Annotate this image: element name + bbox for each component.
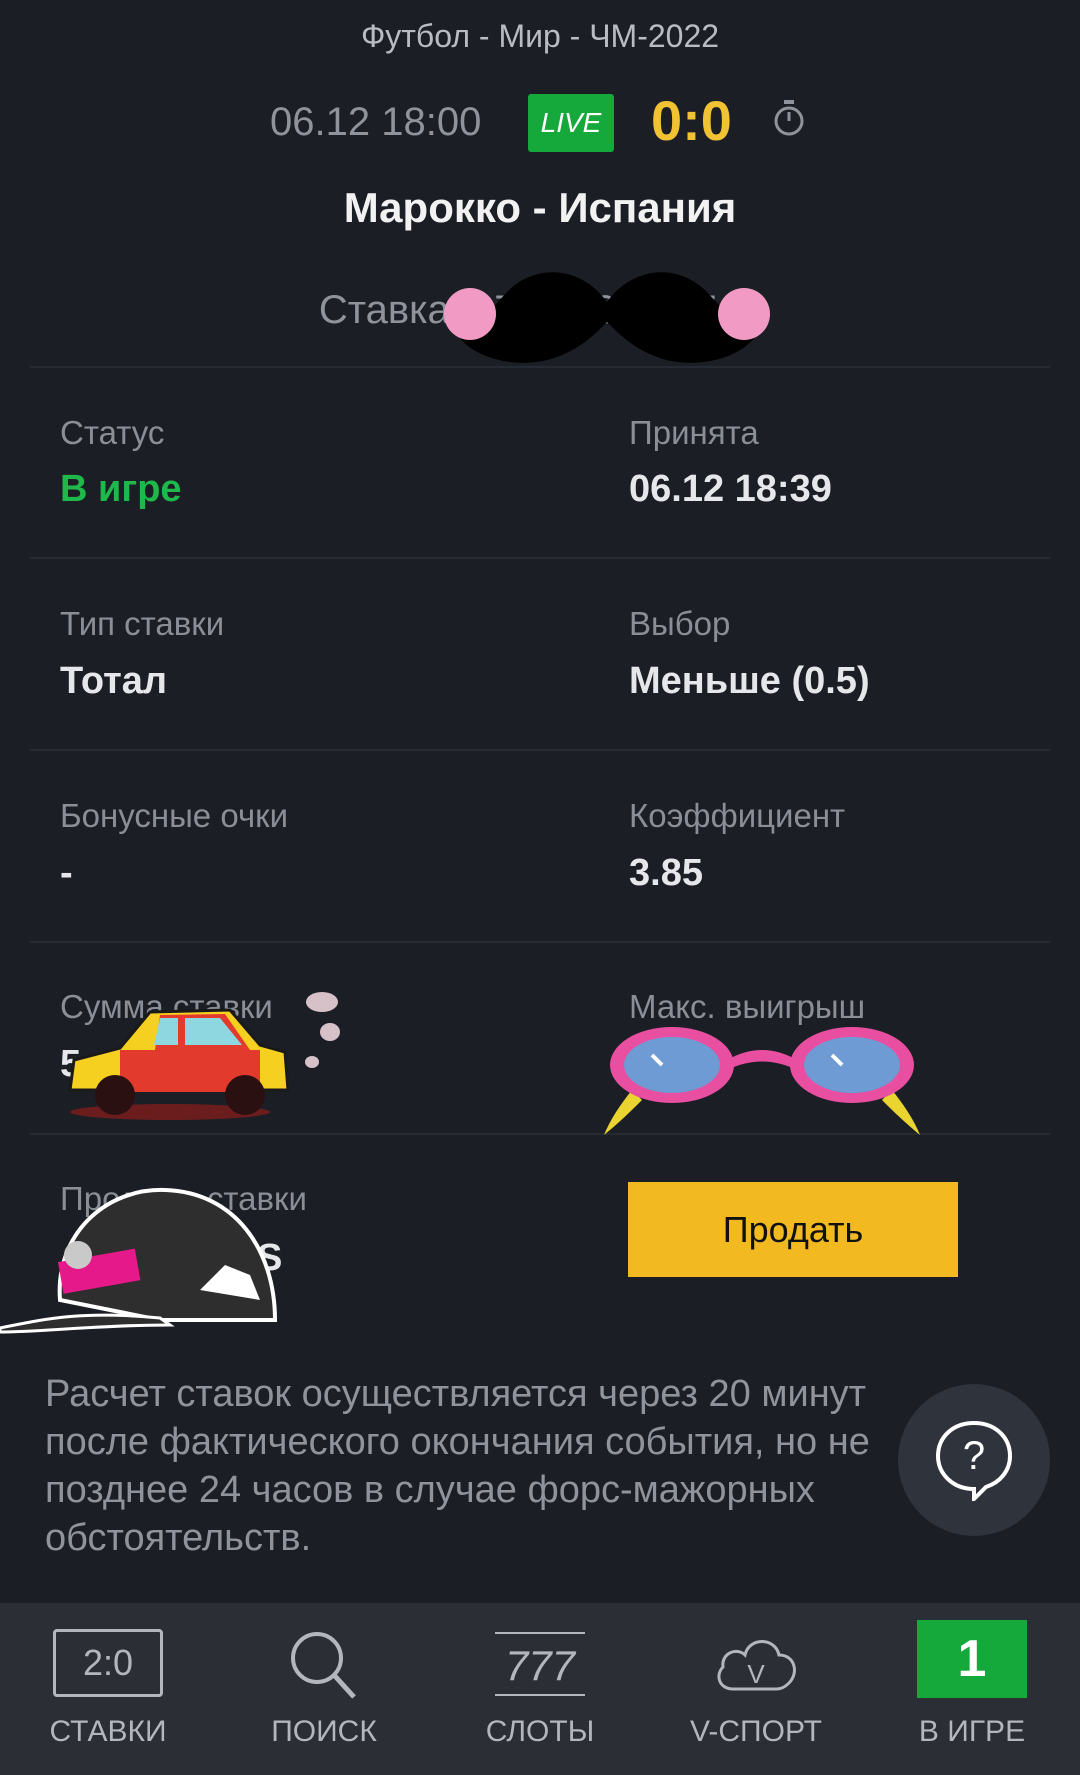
divider xyxy=(30,749,1050,751)
nav-vsport-label: V-СПОРТ xyxy=(690,1715,822,1748)
sell-button[interactable]: Продать xyxy=(628,1182,958,1277)
max-win-label: Макс. выигрыш xyxy=(629,988,866,1025)
search-icon xyxy=(291,1632,356,1699)
nav-ingame-label: В ИГРЕ xyxy=(918,1715,1026,1748)
nav-search[interactable]: ПОИСК xyxy=(216,1603,432,1775)
coefficient-label: Коэффициент xyxy=(629,797,846,834)
status-value: В игре xyxy=(60,468,182,510)
bet-type-label: Тип ставки xyxy=(60,605,225,642)
nav-bets-label: СТАВКИ xyxy=(49,1715,167,1748)
car-sticker xyxy=(68,992,340,1120)
bet-type-value: Тотал xyxy=(60,660,167,702)
nav-bets[interactable]: 2:0 СТАВКИ xyxy=(0,1603,216,1775)
match-timeline: 06.12 18:00 LIVE 0:0 xyxy=(0,89,1080,156)
accepted-value: 06.12 18:39 xyxy=(629,468,832,510)
slots-icon: 777 xyxy=(495,1632,585,1696)
ingame-count-badge: 1 xyxy=(917,1620,1027,1698)
match-score: 0:0 xyxy=(651,89,732,152)
cap-sticker xyxy=(0,1187,278,1334)
cloud-v-icon: V xyxy=(717,1640,796,1691)
nav-search-label: ПОИСК xyxy=(271,1715,377,1748)
choice-value: Меньше (0.5) xyxy=(629,660,870,702)
coefficient-value: 3.85 xyxy=(629,852,703,894)
match-date: 06.12 18:00 xyxy=(270,100,482,144)
nav-vsport[interactable]: V V-СПОРТ xyxy=(648,1603,864,1775)
live-badge: LIVE xyxy=(528,94,614,152)
svg-text:V: V xyxy=(747,1659,765,1689)
status-label: Статус xyxy=(60,414,165,451)
bottom-nav: 2:0 СТАВКИ ПОИСК 777 СЛОТЫ V V-СПОРТ 1 В… xyxy=(0,1603,1080,1775)
stopwatch-icon xyxy=(774,100,804,136)
question-bubble-icon: ? xyxy=(935,1420,1013,1501)
svg-text:?: ? xyxy=(963,1434,985,1478)
choice-label: Выбор xyxy=(629,605,731,642)
divider xyxy=(30,941,1050,943)
nav-slots[interactable]: 777 СЛОТЫ xyxy=(432,1603,648,1775)
breadcrumb: Футбол - Мир - ЧМ-2022 xyxy=(360,18,720,54)
settlement-note: Расчет ставок осуществляется через 20 ми… xyxy=(45,1373,870,1559)
divider xyxy=(30,557,1050,559)
goggles-sticker xyxy=(604,1027,920,1135)
scoreboard-icon: 2:0 xyxy=(53,1629,163,1697)
bonus-label: Бонусные очки xyxy=(60,797,289,834)
match-title: Марокко - Испания xyxy=(343,184,737,231)
nav-ingame[interactable]: 1 В ИГРЕ xyxy=(864,1603,1080,1775)
help-button[interactable]: ? xyxy=(898,1384,1050,1536)
nav-slots-label: СЛОТЫ xyxy=(485,1715,595,1748)
accepted-label: Принята xyxy=(629,414,759,451)
mustache-sticker xyxy=(444,272,770,363)
slots-icon-text: 777 xyxy=(505,1642,577,1689)
bonus-value: - xyxy=(60,852,73,894)
